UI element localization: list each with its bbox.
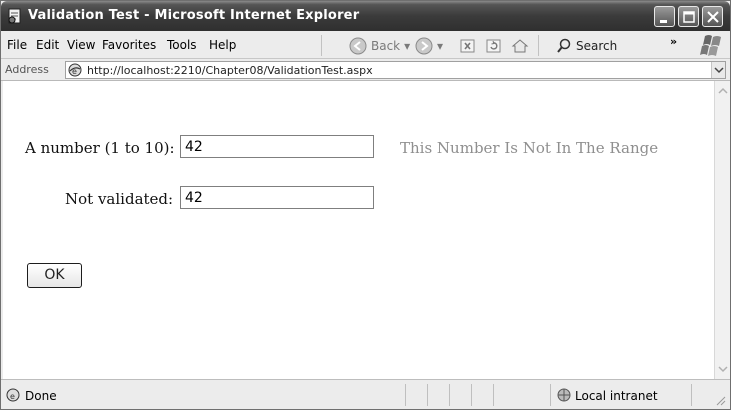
number-label: A number (1 to 10): xyxy=(25,139,175,157)
status-pane-divider xyxy=(691,384,692,406)
page-content: A number (1 to 10): This Number Is Not I… xyxy=(3,81,714,379)
toolbar-separator xyxy=(538,35,539,56)
minimize-button[interactable] xyxy=(654,6,675,27)
menu-view[interactable]: View xyxy=(67,38,95,52)
status-pane-divider xyxy=(550,384,551,406)
back-arrow-icon xyxy=(349,37,367,54)
minimize-icon xyxy=(660,20,667,23)
refresh-button[interactable] xyxy=(486,35,502,56)
menu-tools[interactable]: Tools xyxy=(167,38,197,52)
refresh-icon xyxy=(486,39,501,52)
ok-button[interactable]: OK xyxy=(27,263,82,288)
svg-text:e: e xyxy=(10,392,15,401)
search-icon xyxy=(557,38,571,53)
windows-logo-icon xyxy=(700,35,721,56)
browser-window: Validation Test - Microsoft Internet Exp… xyxy=(0,0,731,410)
search-label: Search xyxy=(576,38,618,53)
menu-edit[interactable]: Edit xyxy=(36,38,59,52)
maximize-button[interactable] xyxy=(678,6,699,27)
close-button[interactable] xyxy=(702,6,723,27)
status-pane-divider xyxy=(471,384,472,406)
svg-text:e: e xyxy=(72,67,77,76)
home-button[interactable] xyxy=(511,35,529,56)
range-validator-message: This Number Is Not In The Range xyxy=(400,139,659,157)
status-pane-divider xyxy=(405,384,406,406)
maximize-icon xyxy=(683,11,695,23)
resize-grip-icon[interactable] xyxy=(714,394,726,406)
security-zone-text: Local intranet xyxy=(575,389,658,403)
toolbar-overflow-chevron[interactable]: » xyxy=(670,35,677,48)
status-bar: e Done Local intranet xyxy=(1,379,730,409)
chevron-down-icon xyxy=(714,67,724,74)
address-url: http://localhost:2210/Chapter08/Validati… xyxy=(87,64,373,77)
stop-button[interactable] xyxy=(460,35,476,56)
status-pane-divider xyxy=(493,384,494,406)
toolbar-separator xyxy=(321,35,322,56)
window-title: Validation Test - Microsoft Internet Exp… xyxy=(28,8,360,23)
forward-button[interactable]: ▾ xyxy=(415,35,443,56)
forward-arrow-icon xyxy=(415,37,433,54)
address-label: Address xyxy=(5,63,49,76)
close-icon xyxy=(707,11,719,23)
back-dropdown-icon[interactable]: ▾ xyxy=(404,39,410,53)
stop-icon xyxy=(460,39,475,52)
forward-dropdown-icon[interactable]: ▾ xyxy=(437,39,443,53)
menu-bar: File Edit View Favorites Tools Help Back… xyxy=(1,31,730,59)
scroll-down-icon[interactable] xyxy=(715,361,731,377)
number-input[interactable] xyxy=(180,135,374,158)
menu-favorites[interactable]: Favorites xyxy=(102,38,156,52)
status-pane-divider xyxy=(427,384,428,406)
page-done-icon: e xyxy=(6,388,20,402)
title-bar: Validation Test - Microsoft Internet Exp… xyxy=(1,1,730,31)
status-pane-divider xyxy=(449,384,450,406)
home-icon xyxy=(511,38,529,52)
address-input[interactable]: e http://localhost:2210/Chapter08/Valida… xyxy=(65,61,726,79)
search-button[interactable]: Search xyxy=(556,35,617,56)
notvalidated-input[interactable] xyxy=(180,186,374,209)
status-text: Done xyxy=(25,389,57,403)
notvalidated-label: Not validated: xyxy=(65,190,174,208)
address-bar: Address e http://localhost:2210/Chapter0… xyxy=(1,59,730,81)
ie-page-icon xyxy=(8,8,21,24)
scroll-up-icon[interactable] xyxy=(715,83,731,99)
back-button[interactable]: Back ▾ xyxy=(349,35,410,56)
menu-file[interactable]: File xyxy=(7,38,27,52)
back-label: Back xyxy=(371,38,401,53)
ie-page-icon: e xyxy=(68,63,82,77)
intranet-zone-icon xyxy=(557,388,571,402)
menu-help[interactable]: Help xyxy=(209,38,236,52)
address-dropdown-button[interactable] xyxy=(711,62,725,78)
vertical-scrollbar[interactable] xyxy=(714,81,730,379)
